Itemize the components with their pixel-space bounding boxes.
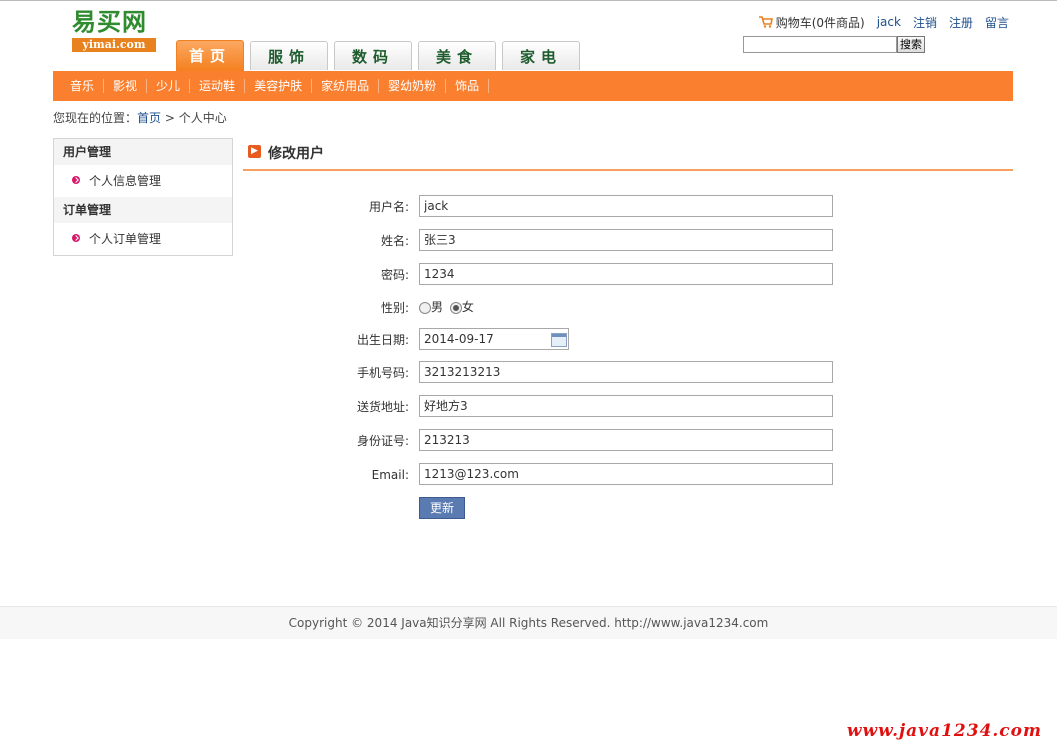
sidebar-item-profile[interactable]: 个人信息管理: [54, 165, 232, 197]
tab-digital[interactable]: 数码: [334, 41, 412, 70]
logo-chinese: 易买网: [72, 7, 147, 36]
idcard-input[interactable]: [419, 429, 833, 451]
category-beauty[interactable]: 美容护肤: [245, 79, 313, 93]
tab-appliance[interactable]: 家电: [502, 41, 580, 70]
gender-male-radio[interactable]: [419, 301, 431, 314]
tab-clothing[interactable]: 服饰: [250, 41, 328, 70]
gender-female-label: 女: [461, 300, 474, 314]
tab-home[interactable]: 首页: [176, 40, 244, 71]
mobile-label: 手机号码:: [356, 366, 409, 380]
address-label: 送货地址:: [356, 400, 409, 414]
search-button[interactable]: 搜索: [897, 36, 925, 53]
category-music[interactable]: 音乐: [53, 79, 105, 93]
sidebar-item-orders[interactable]: 个人订单管理: [54, 223, 232, 255]
sidebar-heading-order: 订单管理: [54, 197, 232, 223]
breadcrumb-prefix: 您现在的位置：: [53, 111, 138, 125]
name-label: 姓名:: [380, 234, 409, 248]
breadcrumb: 您现在的位置：首页 > 个人中心: [53, 109, 227, 126]
breadcrumb-current: 个人中心: [178, 111, 227, 125]
category-bar: 音乐 影视 少儿 运动鞋 美容护肤 家纺用品 婴幼奶粉 饰品: [53, 71, 1013, 101]
logo-english: yimai.com: [72, 38, 156, 52]
idcard-label: 身份证号:: [356, 434, 409, 448]
calendar-icon[interactable]: [551, 333, 567, 347]
address-input[interactable]: [419, 395, 833, 417]
password-input[interactable]: [419, 263, 833, 285]
breadcrumb-separator: >: [161, 111, 179, 125]
name-input[interactable]: [419, 229, 833, 251]
gender-label: 性别:: [380, 301, 409, 315]
register-link[interactable]: 注册: [949, 14, 973, 31]
tab-food[interactable]: 美食: [418, 41, 496, 70]
category-jewelry[interactable]: 饰品: [446, 79, 490, 93]
cart-link[interactable]: 购物车(0件商品): [776, 14, 865, 31]
breadcrumb-home[interactable]: 首页: [137, 111, 161, 125]
gender-male-label: 男: [431, 300, 444, 314]
mobile-input[interactable]: [419, 361, 833, 383]
email-input[interactable]: [419, 463, 833, 485]
category-film[interactable]: 影视: [104, 79, 148, 93]
user-link[interactable]: jack: [877, 15, 901, 29]
birthday-label: 出生日期:: [356, 333, 409, 347]
main-tabs: 首页 服饰 数码 美食 家电: [176, 40, 586, 71]
watermark: www.java1234.com: [846, 721, 1042, 741]
cart-icon: [758, 16, 773, 28]
category-home-textile[interactable]: 家纺用品: [312, 79, 380, 93]
sidebar-heading-user: 用户管理: [54, 139, 232, 165]
sidebar: 用户管理 个人信息管理 订单管理 个人订单管理: [53, 138, 233, 256]
gender-female-radio[interactable]: [449, 301, 462, 314]
bullet-icon: [72, 234, 80, 242]
footer: Copyright © 2014 Java知识分享网 All Rights Re…: [0, 606, 1057, 639]
username-input[interactable]: [419, 195, 833, 217]
section-title: ▶ 修改用户: [243, 142, 1013, 171]
update-button[interactable]: 更新: [419, 497, 465, 519]
category-sneakers[interactable]: 运动鞋: [190, 79, 246, 93]
password-label: 密码:: [380, 268, 409, 282]
site-logo[interactable]: 易买网 yimai.com: [70, 8, 158, 54]
sidebar-item-label: 个人订单管理: [89, 232, 162, 246]
username-label: 用户名:: [368, 200, 409, 214]
gender-group: 男 女: [419, 297, 474, 317]
birthday-input[interactable]: [419, 328, 569, 350]
email-label: Email:: [371, 468, 409, 482]
search-input[interactable]: [743, 36, 897, 53]
page-title: 修改用户: [268, 146, 324, 162]
top-links: 购物车(0件商品) jack 注销 注册 留言: [758, 13, 1009, 31]
top-border: [0, 0, 1057, 1]
arrow-icon: ▶: [248, 145, 261, 158]
logout-link[interactable]: 注销: [913, 14, 937, 31]
bullet-icon: [72, 176, 80, 184]
category-kids[interactable]: 少儿: [147, 79, 191, 93]
category-baby-formula[interactable]: 婴幼奶粉: [379, 79, 447, 93]
sidebar-item-label: 个人信息管理: [89, 174, 162, 188]
message-link[interactable]: 留言: [985, 14, 1009, 31]
